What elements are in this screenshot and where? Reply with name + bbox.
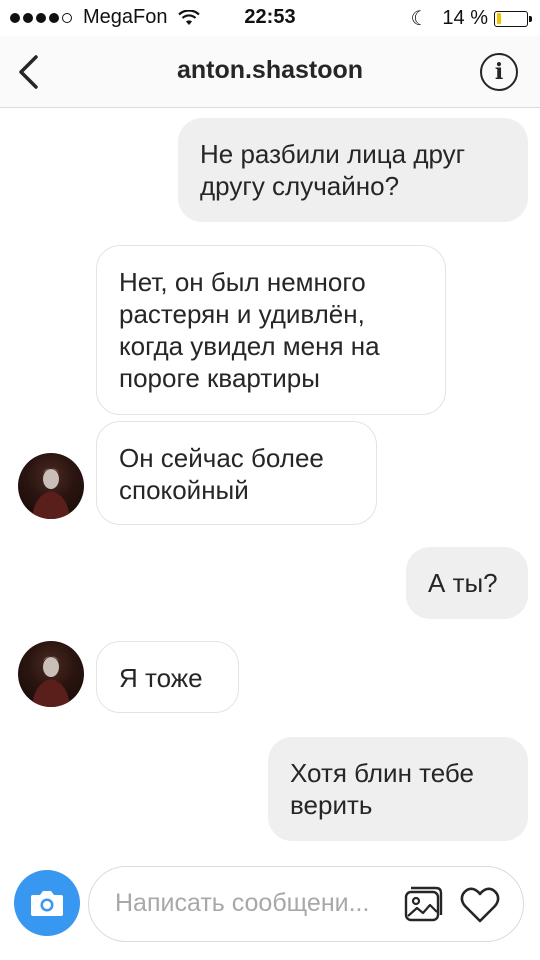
sender-avatar[interactable] (18, 453, 84, 519)
info-icon: i (494, 59, 504, 85)
message-composer: Написать сообщени... (0, 860, 540, 960)
message-sent[interactable]: Хотя блин тебе верить (268, 737, 528, 841)
message-text: А ты? (428, 568, 498, 598)
heart-icon[interactable] (459, 885, 501, 925)
message-received[interactable]: Я тоже (96, 641, 239, 713)
message-received[interactable]: Нет, он был немного растерян и удивлён, … (96, 245, 446, 415)
conversation-username[interactable]: anton.shastoon (0, 56, 540, 85)
avatar-portrait (32, 468, 70, 519)
message-input[interactable]: Написать сообщени... (115, 889, 385, 918)
message-text: Он сейчас более спокойный (119, 443, 324, 505)
conversation-header: anton.shastoon i (0, 36, 540, 108)
status-bar: MegaFon 22:53 ☾ 14 % (0, 0, 540, 36)
message-text: Не разбили лица друг другу случайно? (200, 139, 466, 201)
message-received[interactable]: Он сейчас более спокойный (96, 421, 377, 525)
message-text: Я тоже (119, 663, 203, 693)
gallery-icon[interactable] (403, 885, 443, 925)
camera-icon (31, 891, 63, 916)
camera-button[interactable] (14, 870, 80, 936)
battery-level-fill (496, 13, 501, 24)
battery-percent: 14 % (442, 7, 488, 29)
message-sent[interactable]: Не разбили лица друг другу случайно? (178, 118, 528, 222)
sender-avatar[interactable] (18, 641, 84, 707)
message-text: Хотя блин тебе верить (290, 758, 474, 820)
message-input-field[interactable]: Написать сообщени... (88, 866, 524, 942)
message-text: Нет, он был немного растерян и удивлён, … (119, 267, 380, 393)
do-not-disturb-icon: ☾ (410, 8, 429, 30)
info-button[interactable]: i (480, 53, 518, 91)
avatar-portrait (32, 656, 70, 707)
message-sent[interactable]: А ты? (406, 547, 528, 619)
battery-icon (494, 10, 532, 27)
status-right: ☾ 14 % (410, 6, 532, 31)
